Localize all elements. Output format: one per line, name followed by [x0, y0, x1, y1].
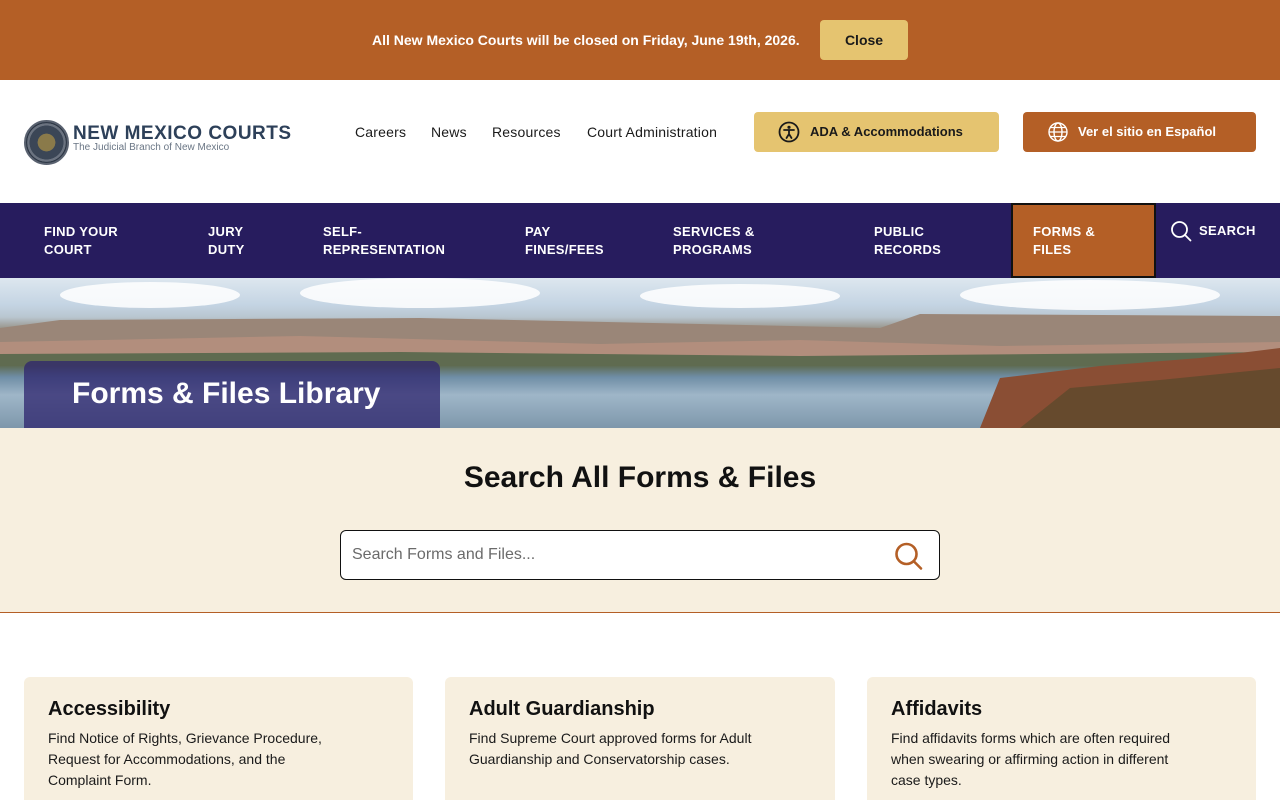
nav-public-records[interactable]: PUBLIC RECORDS: [874, 223, 941, 259]
hero-cloud: [60, 282, 240, 308]
magnifier-icon[interactable]: [894, 541, 924, 571]
nav-label-line: FILES: [1033, 242, 1072, 257]
nav-search-label: SEARCH: [1199, 223, 1256, 238]
site-logo[interactable]: NEW MEXICO COURTS The Judicial Branch of…: [24, 118, 291, 168]
forms-search-input[interactable]: [352, 543, 882, 567]
search-icon: [1171, 221, 1192, 242]
nav-jury-duty[interactable]: JURY DUTY: [208, 223, 245, 259]
card-title: Adult Guardianship: [469, 698, 655, 720]
search-heading: Search All Forms & Files: [463, 461, 817, 494]
globe-icon: [1048, 122, 1068, 142]
forms-search-section: Search All Forms & Files: [0, 428, 1280, 613]
category-card-accessibility[interactable]: Accessibility Find Notice of Rights, Gri…: [24, 677, 413, 800]
link-careers[interactable]: Careers: [355, 124, 406, 140]
alert-message: All New Mexico Courts will be closed on …: [372, 32, 800, 48]
main-navigation: FIND YOUR COURT JURY DUTY SELF- REPRESEN…: [0, 203, 1280, 278]
spanish-button-label: Ver el sitio en Español: [1078, 124, 1216, 139]
link-court-administration[interactable]: Court Administration: [587, 124, 717, 140]
card-title: Affidavits: [891, 698, 983, 720]
link-resources[interactable]: Resources: [492, 124, 561, 140]
nav-label-line: PROGRAMS: [673, 242, 752, 257]
site-header: NEW MEXICO COURTS The Judicial Branch of…: [0, 80, 1280, 203]
alert-banner: All New Mexico Courts will be closed on …: [0, 0, 1280, 80]
nav-label-line: SELF-: [323, 224, 363, 239]
nav-label-line: FINES/FEES: [525, 242, 604, 257]
page-title: Forms & Files Library: [72, 377, 381, 410]
nav-label-line: PUBLIC: [874, 224, 925, 239]
alert-close-button[interactable]: Close: [820, 20, 908, 60]
link-news[interactable]: News: [431, 124, 467, 140]
nav-services-programs[interactable]: SERVICES & PROGRAMS: [673, 223, 755, 259]
nav-label-line: JURY: [208, 224, 244, 239]
ada-button-label: ADA & Accommodations: [810, 124, 963, 139]
nav-label-line: SERVICES &: [673, 224, 755, 239]
nav-label-line: FORMS &: [1033, 224, 1096, 239]
nav-label-line: RECORDS: [874, 242, 942, 257]
card-description: Find Supreme Court approved forms for Ad…: [469, 730, 752, 767]
nav-pay-fines-fees[interactable]: PAY FINES/FEES: [525, 223, 604, 259]
hero-cloud: [300, 278, 540, 308]
card-description: Find affidavits forms which are often re…: [891, 730, 1171, 788]
hero-cloud: [640, 284, 840, 308]
forms-search-box: [340, 530, 940, 580]
card-description: Find Notice of Rights, Grievance Procedu…: [48, 730, 322, 788]
accessibility-icon: [778, 121, 800, 143]
nav-find-your-court[interactable]: FIND YOUR COURT: [44, 223, 118, 259]
nav-label-line: COURT: [44, 242, 92, 257]
logo-subtitle: The Judicial Branch of New Mexico: [73, 142, 230, 153]
category-card-adult-guardianship[interactable]: Adult Guardianship Find Supreme Court ap…: [445, 677, 835, 800]
nav-label-line: PAY: [525, 224, 551, 239]
hero-hillside: [980, 348, 1280, 428]
ada-accommodations-button[interactable]: ADA & Accommodations: [754, 112, 999, 152]
nav-label-line: REPRESENTATION: [323, 242, 446, 257]
spanish-site-button[interactable]: Ver el sitio en Español: [1023, 112, 1256, 152]
nav-search-button[interactable]: SEARCH: [1170, 220, 1270, 244]
nav-label-line: FIND YOUR: [44, 224, 118, 239]
court-seal-icon: [24, 120, 69, 165]
hero-banner: Forms & Files Library: [0, 278, 1280, 428]
nav-forms-files[interactable]: FORMS & FILES: [1011, 203, 1156, 278]
hero-title-box: Forms & Files Library: [24, 361, 440, 428]
nav-self-representation[interactable]: SELF- REPRESENTATION: [323, 223, 445, 259]
nav-label-line: DUTY: [208, 242, 245, 257]
card-title: Accessibility: [48, 698, 171, 720]
category-card-affidavits[interactable]: Affidavits Find affidavits forms which a…: [867, 677, 1256, 800]
